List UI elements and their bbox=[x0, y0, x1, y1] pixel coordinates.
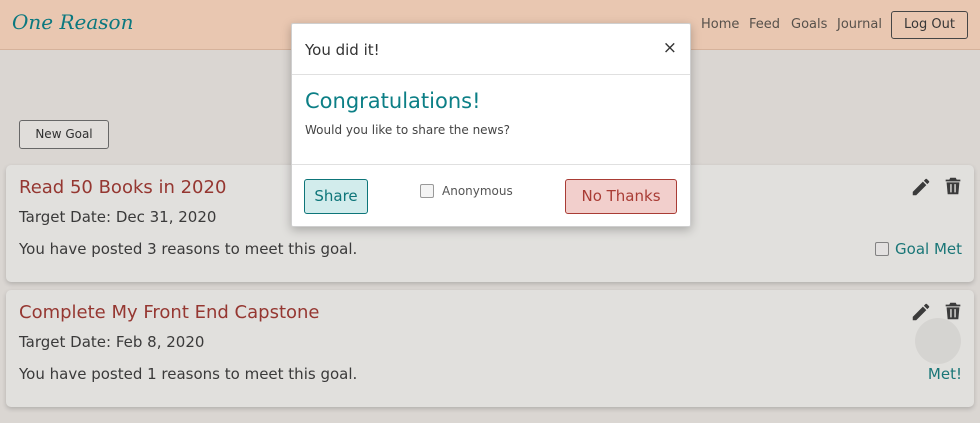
anonymous-label: Anonymous bbox=[442, 184, 513, 198]
modal-message: Would you like to share the news? bbox=[305, 123, 510, 137]
share-modal: You did it! × Congratulations! Would you… bbox=[291, 23, 691, 227]
anonymous-toggle[interactable]: Anonymous bbox=[420, 184, 513, 198]
anonymous-checkbox[interactable] bbox=[420, 184, 434, 198]
modal-heading: Congratulations! bbox=[305, 89, 481, 113]
share-button[interactable]: Share bbox=[304, 179, 368, 214]
modal-title: You did it! bbox=[305, 41, 380, 59]
modal-header: You did it! × bbox=[292, 24, 690, 75]
close-icon[interactable]: × bbox=[663, 38, 677, 58]
no-thanks-button[interactable]: No Thanks bbox=[565, 179, 677, 214]
modal-body: Congratulations! Would you like to share… bbox=[292, 76, 690, 164]
modal-footer: Share Anonymous No Thanks bbox=[292, 164, 690, 227]
